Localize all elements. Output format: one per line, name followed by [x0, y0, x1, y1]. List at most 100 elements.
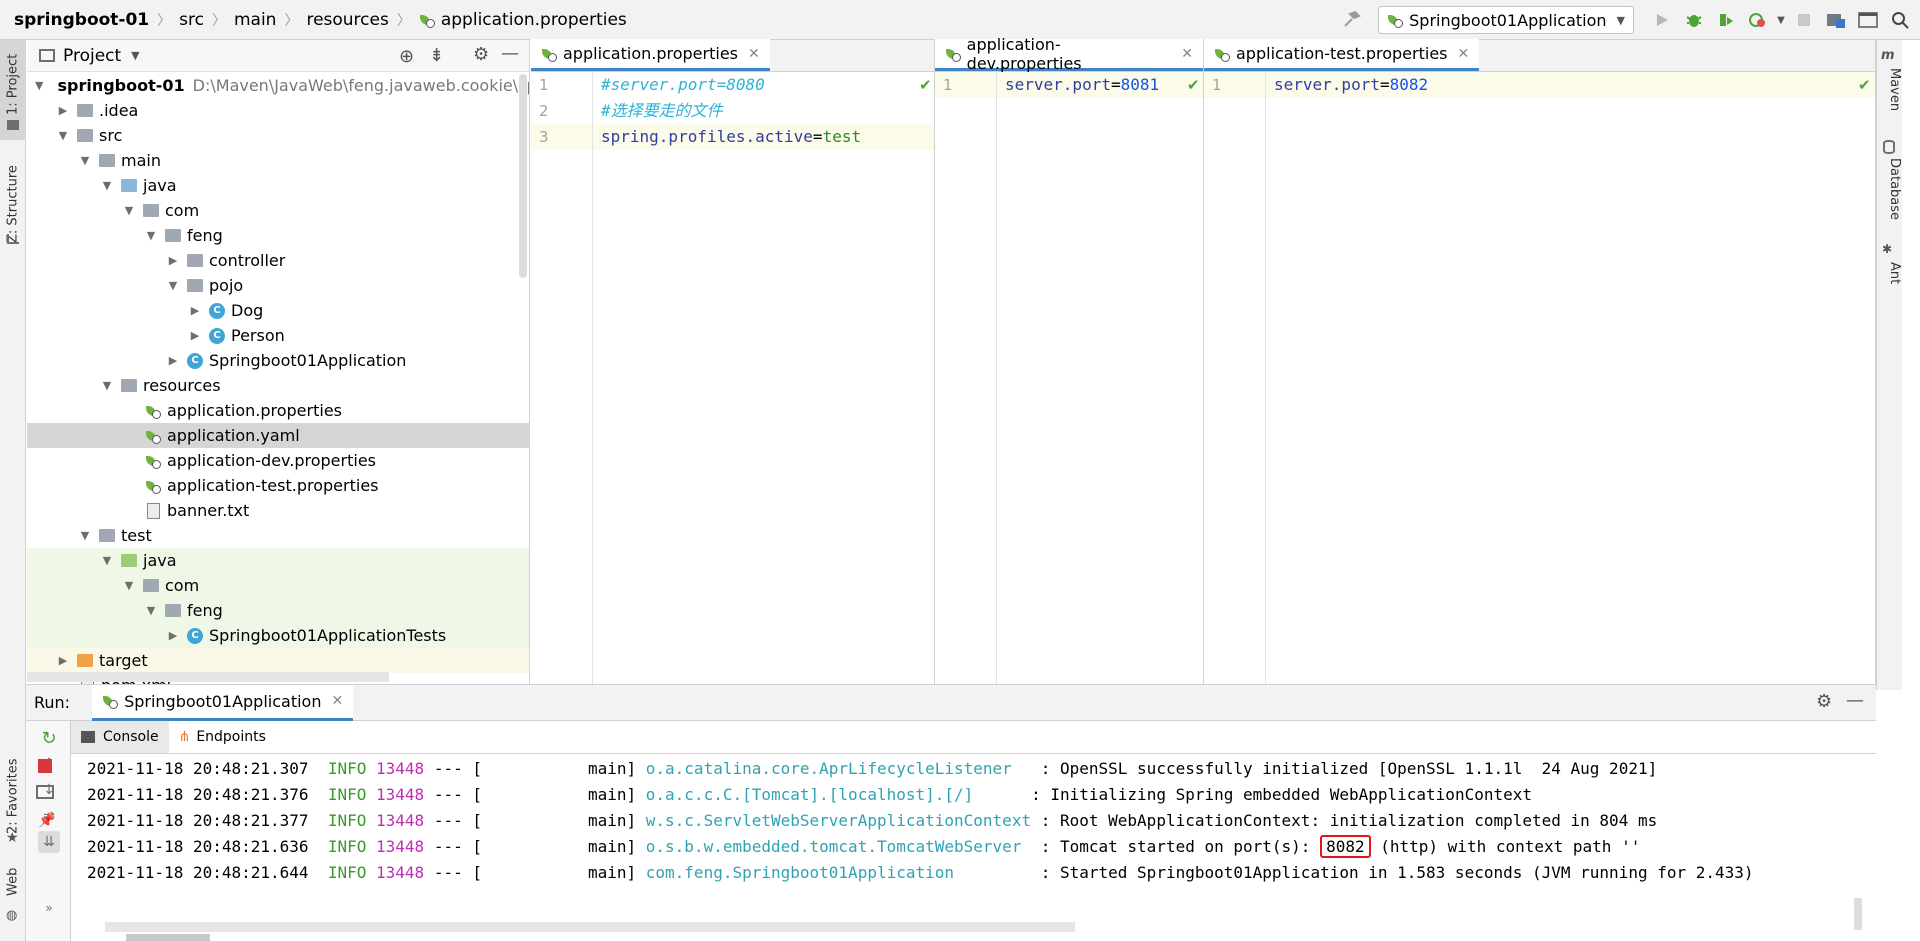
tree-item-root[interactable]: ▼ springboot-01 D:\Maven\JavaWeb\feng.ja…: [27, 73, 529, 98]
console-vertical-scrollbar[interactable]: [1854, 898, 1862, 930]
breadcrumb-main[interactable]: main: [234, 0, 276, 40]
tree-item-banner-txt[interactable]: banner.txt: [27, 498, 529, 523]
log-level: INFO: [327, 863, 367, 882]
hide-panel-icon[interactable]: —: [1846, 690, 1864, 711]
breadcrumb-resources[interactable]: resources: [306, 0, 388, 40]
bottom-scroll-thumb[interactable]: [126, 934, 210, 941]
code-comment[interactable]: #server.port=8080: [601, 72, 765, 98]
tree-item-test-java[interactable]: ▼ java: [27, 548, 529, 573]
tree-label: main: [121, 151, 161, 170]
tool-tab-favorites[interactable]: 2: Favorites: [2, 750, 24, 842]
close-icon[interactable]: ✕: [748, 46, 760, 62]
log-logger[interactable]: o.a.catalina.core.AprLifecycleListener: [646, 759, 1031, 778]
tool-tab-maven[interactable]: Maven: [1880, 68, 1902, 118]
tree-item-target[interactable]: ▶ target: [27, 648, 529, 673]
project-view-icon: [39, 49, 55, 62]
console-tab[interactable]: Console: [71, 721, 169, 753]
tree-label: src: [99, 126, 123, 145]
endpoints-tab[interactable]: ⋔ Endpoints: [169, 721, 276, 753]
vertical-scrollbar[interactable]: [519, 74, 527, 278]
tool-tab-web[interactable]: Web: [2, 862, 24, 902]
layout-icon[interactable]: [36, 785, 54, 799]
view-mode-dropdown-icon[interactable]: ▼: [131, 49, 139, 62]
tool-tab-project[interactable]: 1: Project: [2, 48, 24, 120]
tool-tab-ant[interactable]: Ant: [1880, 262, 1902, 292]
rerun-icon[interactable]: ↻: [38, 727, 60, 749]
collapse-all-icon[interactable]: ⇟: [429, 45, 444, 66]
tree-item-pojo[interactable]: ▼ pojo: [27, 273, 529, 298]
settings-gear-icon[interactable]: ⚙: [473, 44, 489, 65]
tree-item-person[interactable]: ▶ C Person: [27, 323, 529, 348]
tree-item-test-feng[interactable]: ▼ feng: [27, 598, 529, 623]
more-tools-icon[interactable]: »: [38, 897, 60, 919]
log-logger[interactable]: w.s.c.ServletWebServerApplicationContext: [646, 811, 1031, 830]
pin-tab-icon[interactable]: 📌: [38, 813, 55, 829]
run-config-tab[interactable]: Springboot01Application ✕: [92, 684, 354, 721]
tree-item-application-test-properties[interactable]: application-test.properties: [27, 473, 529, 498]
tree-item-resources[interactable]: ▼ resources: [27, 373, 529, 398]
run-icon[interactable]: [1646, 4, 1678, 36]
locate-file-icon[interactable]: ⊕: [399, 46, 414, 67]
breadcrumb-file[interactable]: application.properties: [441, 0, 627, 40]
breadcrumb-project[interactable]: springboot-01: [14, 0, 149, 40]
terminal-icon[interactable]: [1852, 4, 1884, 36]
close-icon[interactable]: ✕: [1181, 46, 1193, 62]
tree-item-controller[interactable]: ▶ controller: [27, 248, 529, 273]
project-view-title[interactable]: Project: [63, 46, 121, 66]
tree-item-springboot01application[interactable]: ▶ C Springboot01Application: [27, 348, 529, 373]
console-output[interactable]: 2021-11-18 20:48:21.307 INFO 13448 --- […: [71, 753, 1876, 941]
tree-item-application-yaml-selected[interactable]: application.yaml: [27, 423, 529, 448]
search-everywhere-icon[interactable]: [1884, 4, 1916, 36]
tab-label: application.properties: [563, 44, 738, 63]
tree-item-idea[interactable]: ▶ . idea: [27, 98, 529, 123]
console-icon: [81, 731, 95, 743]
run-configuration-select[interactable]: Springboot01Application ▼: [1378, 6, 1634, 34]
code-comment[interactable]: #选择要走的文件: [601, 98, 723, 124]
tree-item-test-com[interactable]: ▼ com: [27, 573, 529, 598]
tree-item-application-dev-properties[interactable]: application-dev.properties: [27, 448, 529, 473]
log-timestamp: 2021-11-18 20:48:21.377: [87, 811, 309, 830]
settings-gear-icon[interactable]: ⚙: [1816, 691, 1832, 712]
stop-icon[interactable]: [38, 759, 52, 773]
resources-folder-icon: [121, 379, 137, 392]
profile-icon[interactable]: [1742, 4, 1774, 36]
log-logger[interactable]: o.a.c.c.C.[Tomcat].[localhost].[/]: [646, 785, 1022, 804]
editor-tab-application-dev-properties[interactable]: application-dev.properties ✕: [935, 35, 1203, 73]
debug-icon[interactable]: [1678, 4, 1710, 36]
horizontal-scrollbar[interactable]: [27, 672, 389, 682]
tree-item-springboot01applicationtests[interactable]: ▶ C Springboot01ApplicationTests: [27, 623, 529, 648]
code-line[interactable]: server.port=8082: [1274, 72, 1428, 98]
console-horizontal-scrollbar[interactable]: [105, 922, 1075, 932]
log-logger[interactable]: o.s.b.w.embedded.tomcat.TomcatWebServer: [646, 837, 1031, 856]
package-icon: [187, 254, 203, 267]
tree-item-main[interactable]: ▼ main: [27, 148, 529, 173]
log-logger[interactable]: com.feng.Springboot01Application: [646, 863, 1031, 882]
tree-item-src[interactable]: ▼ src: [27, 123, 529, 148]
tree-item-dog[interactable]: ▶ C Dog: [27, 298, 529, 323]
code-line[interactable]: server.port=8081: [1005, 72, 1159, 98]
tree-item-com[interactable]: ▼ com: [27, 198, 529, 223]
tool-tab-database[interactable]: Database: [1880, 158, 1902, 228]
editor-tab-application-test-properties[interactable]: application-test.properties ✕: [1204, 39, 1480, 71]
tree-item-java[interactable]: ▼ java: [27, 173, 529, 198]
editor-tab-application-properties[interactable]: application.properties ✕: [531, 39, 770, 71]
excluded-folder-icon: [77, 654, 93, 667]
more-run-options-icon[interactable]: ▼: [1774, 4, 1788, 36]
code-line[interactable]: spring.profiles.active=test: [601, 124, 861, 150]
build-hammer-icon[interactable]: [1336, 4, 1368, 36]
stop-icon[interactable]: [1788, 4, 1820, 36]
breadcrumb-src[interactable]: src: [179, 0, 204, 40]
tree-item-application-properties[interactable]: application.properties: [27, 398, 529, 423]
project-structure-icon[interactable]: [1820, 4, 1852, 36]
expanded-arrow-icon: ▼: [168, 279, 178, 292]
tree-item-feng[interactable]: ▼ feng: [27, 223, 529, 248]
run-with-coverage-icon[interactable]: [1710, 4, 1742, 36]
editor-application-properties: application.properties ✕ 1 2 3 #server.p…: [531, 39, 935, 684]
tree-label: banner.txt: [167, 501, 250, 520]
close-icon[interactable]: ✕: [331, 693, 343, 709]
package-icon: [165, 604, 181, 617]
close-icon[interactable]: ✕: [1458, 46, 1470, 62]
hide-panel-icon[interactable]: —: [501, 43, 519, 64]
scroll-to-end-icon[interactable]: ⇊: [38, 831, 60, 853]
tree-item-test[interactable]: ▼ test: [27, 523, 529, 548]
